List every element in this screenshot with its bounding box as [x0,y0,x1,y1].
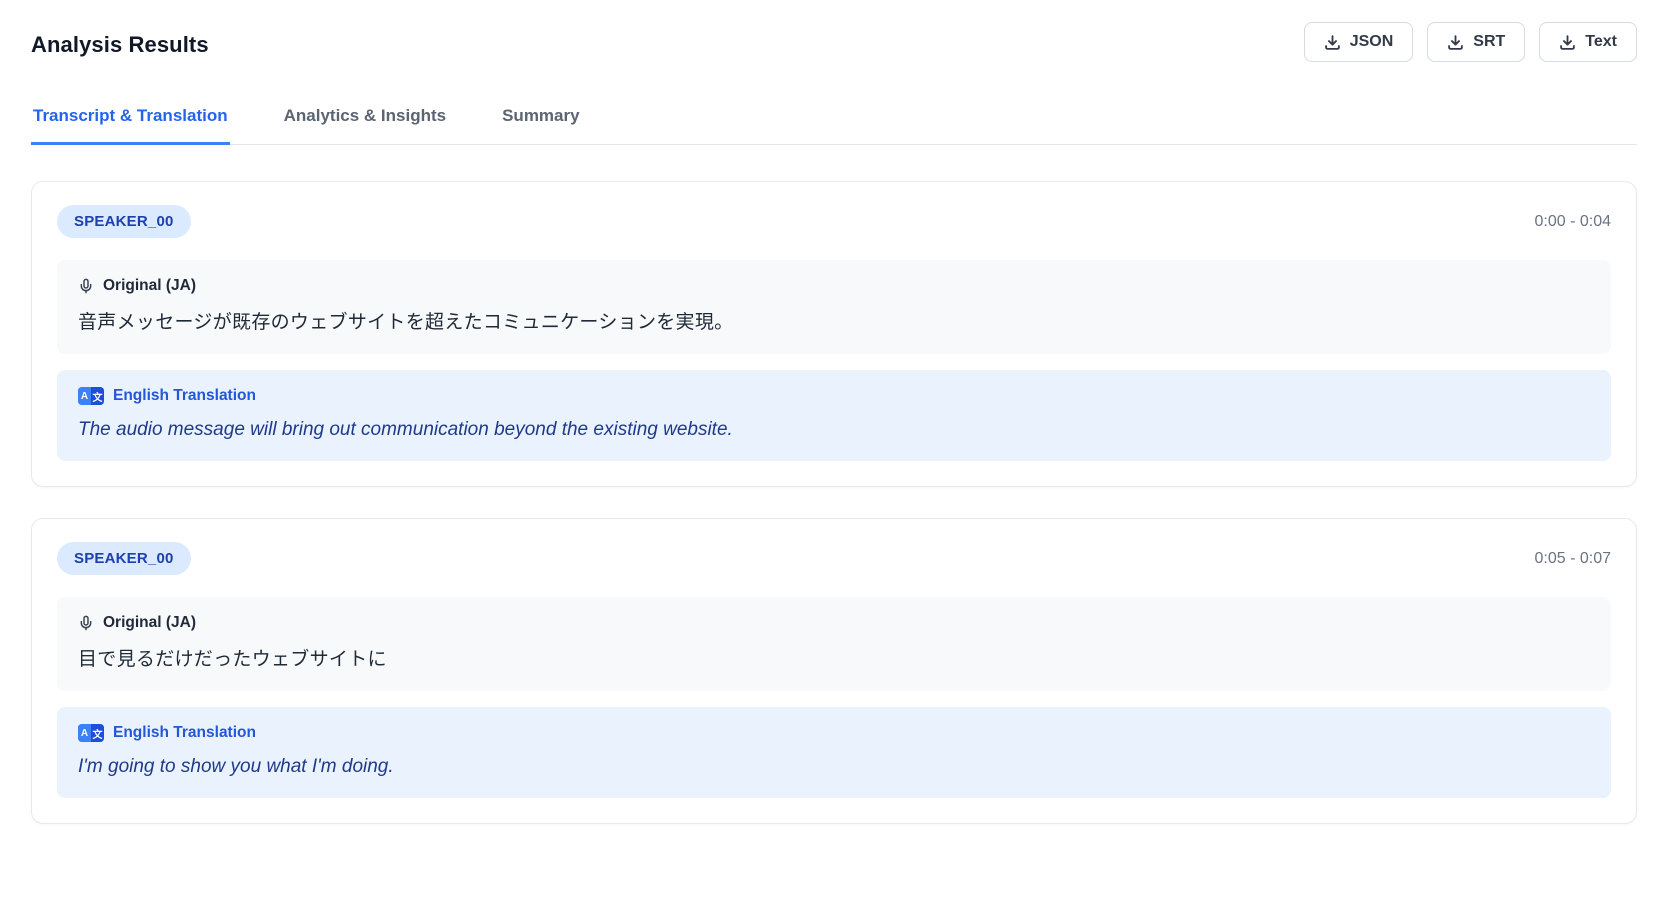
translation-label-row: A 文 English Translation [78,387,1590,405]
transcript-segment-card: SPEAKER_00 0:00 - 0:04 Original (JA) 音声メ… [31,181,1637,487]
original-label: Original (JA) [103,614,196,632]
translation-label: English Translation [113,724,256,742]
tab-bar: Transcript & Translation Analytics & Ins… [31,96,1637,145]
original-label: Original (JA) [103,277,196,295]
header: Analysis Results JSON SRT Text [31,22,1637,62]
translation-label-row: A 文 English Translation [78,724,1590,742]
translation-text: I'm going to show you what I'm doing. [78,756,1590,778]
export-json-button[interactable]: JSON [1304,22,1414,62]
translation-label: English Translation [113,387,256,405]
microphone-icon [78,615,94,631]
translate-icon-right-glyph: 文 [91,724,104,742]
transcript-segment-card: SPEAKER_00 0:05 - 0:07 Original (JA) 目で見… [31,518,1637,824]
download-icon [1324,34,1341,51]
original-transcript-box: Original (JA) 音声メッセージが既存のウェブサイトを超えたコミュニケ… [57,260,1611,354]
segment-header: SPEAKER_00 0:05 - 0:07 [57,542,1611,575]
original-text: 音声メッセージが既存のウェブサイトを超えたコミュニケーションを実現。 [78,307,1590,334]
english-translation-box: A 文 English Translation I'm going to sho… [57,707,1611,798]
microphone-icon [78,278,94,294]
english-translation-box: A 文 English Translation The audio messag… [57,370,1611,461]
translate-icon: A 文 [78,387,104,405]
segment-header: SPEAKER_00 0:00 - 0:04 [57,205,1611,238]
translate-icon-right-glyph: 文 [91,387,104,405]
export-json-label: JSON [1350,33,1394,51]
download-icon [1447,34,1464,51]
translate-icon: A 文 [78,724,104,742]
download-icon [1559,34,1576,51]
segment-time-range: 0:05 - 0:07 [1535,550,1612,568]
export-text-label: Text [1585,33,1617,51]
original-transcript-box: Original (JA) 目で見るだけだったウェブサイトに [57,597,1611,691]
export-button-group: JSON SRT Text [1304,22,1637,62]
translate-icon-left-glyph: A [78,387,91,405]
page-title: Analysis Results [31,22,209,58]
speaker-badge: SPEAKER_00 [57,205,191,238]
original-text: 目で見るだけだったウェブサイトに [78,644,1590,671]
export-srt-label: SRT [1473,33,1505,51]
segment-time-range: 0:00 - 0:04 [1535,213,1612,231]
translate-icon-left-glyph: A [78,724,91,742]
transcript-segment-list: SPEAKER_00 0:00 - 0:04 Original (JA) 音声メ… [31,181,1637,824]
original-label-row: Original (JA) [78,277,1590,295]
export-text-button[interactable]: Text [1539,22,1637,62]
original-label-row: Original (JA) [78,614,1590,632]
export-srt-button[interactable]: SRT [1427,22,1525,62]
speaker-badge: SPEAKER_00 [57,542,191,575]
tab-analytics-insights[interactable]: Analytics & Insights [282,96,448,145]
analysis-results-page: Analysis Results JSON SRT Text [0,0,1668,824]
tab-transcript-translation[interactable]: Transcript & Translation [31,96,230,145]
tab-summary[interactable]: Summary [500,96,581,145]
translation-text: The audio message will bring out communi… [78,419,1590,441]
